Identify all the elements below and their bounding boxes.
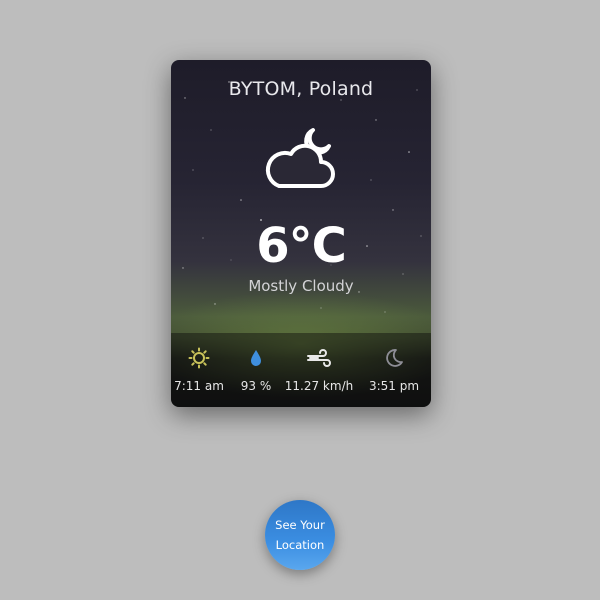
see-your-location-label: See Your Location <box>275 518 325 552</box>
weather-stats-bar: 7:11 am 93 % 11.27 km/h 3:51 pm <box>171 333 431 407</box>
wind-value: 11.27 km/h <box>284 379 354 393</box>
moon-icon <box>386 349 403 367</box>
sunset-stat: 3:51 pm <box>359 341 429 393</box>
temperature: 6°C <box>256 218 347 274</box>
weather-description: Mostly Cloudy <box>248 277 354 295</box>
page: BYTOM, Poland 6°C Mostly Cloudy 7:11 am … <box>0 0 600 600</box>
location-title: BYTOM, Poland <box>228 78 374 100</box>
wind-stat: 11.27 km/h <box>284 341 354 393</box>
weather-card: BYTOM, Poland 6°C Mostly Cloudy 7:11 am … <box>171 60 431 407</box>
wind-icon <box>307 349 331 367</box>
cloud-moon-icon <box>265 128 335 188</box>
sun-icon <box>188 347 210 369</box>
humidity-value: 93 % <box>240 379 272 393</box>
sunset-value: 3:51 pm <box>368 379 420 393</box>
humidity-stat: 93 % <box>221 341 291 393</box>
see-your-location-button[interactable]: See Your Location <box>265 500 335 570</box>
humidity-drop-icon <box>251 350 261 366</box>
